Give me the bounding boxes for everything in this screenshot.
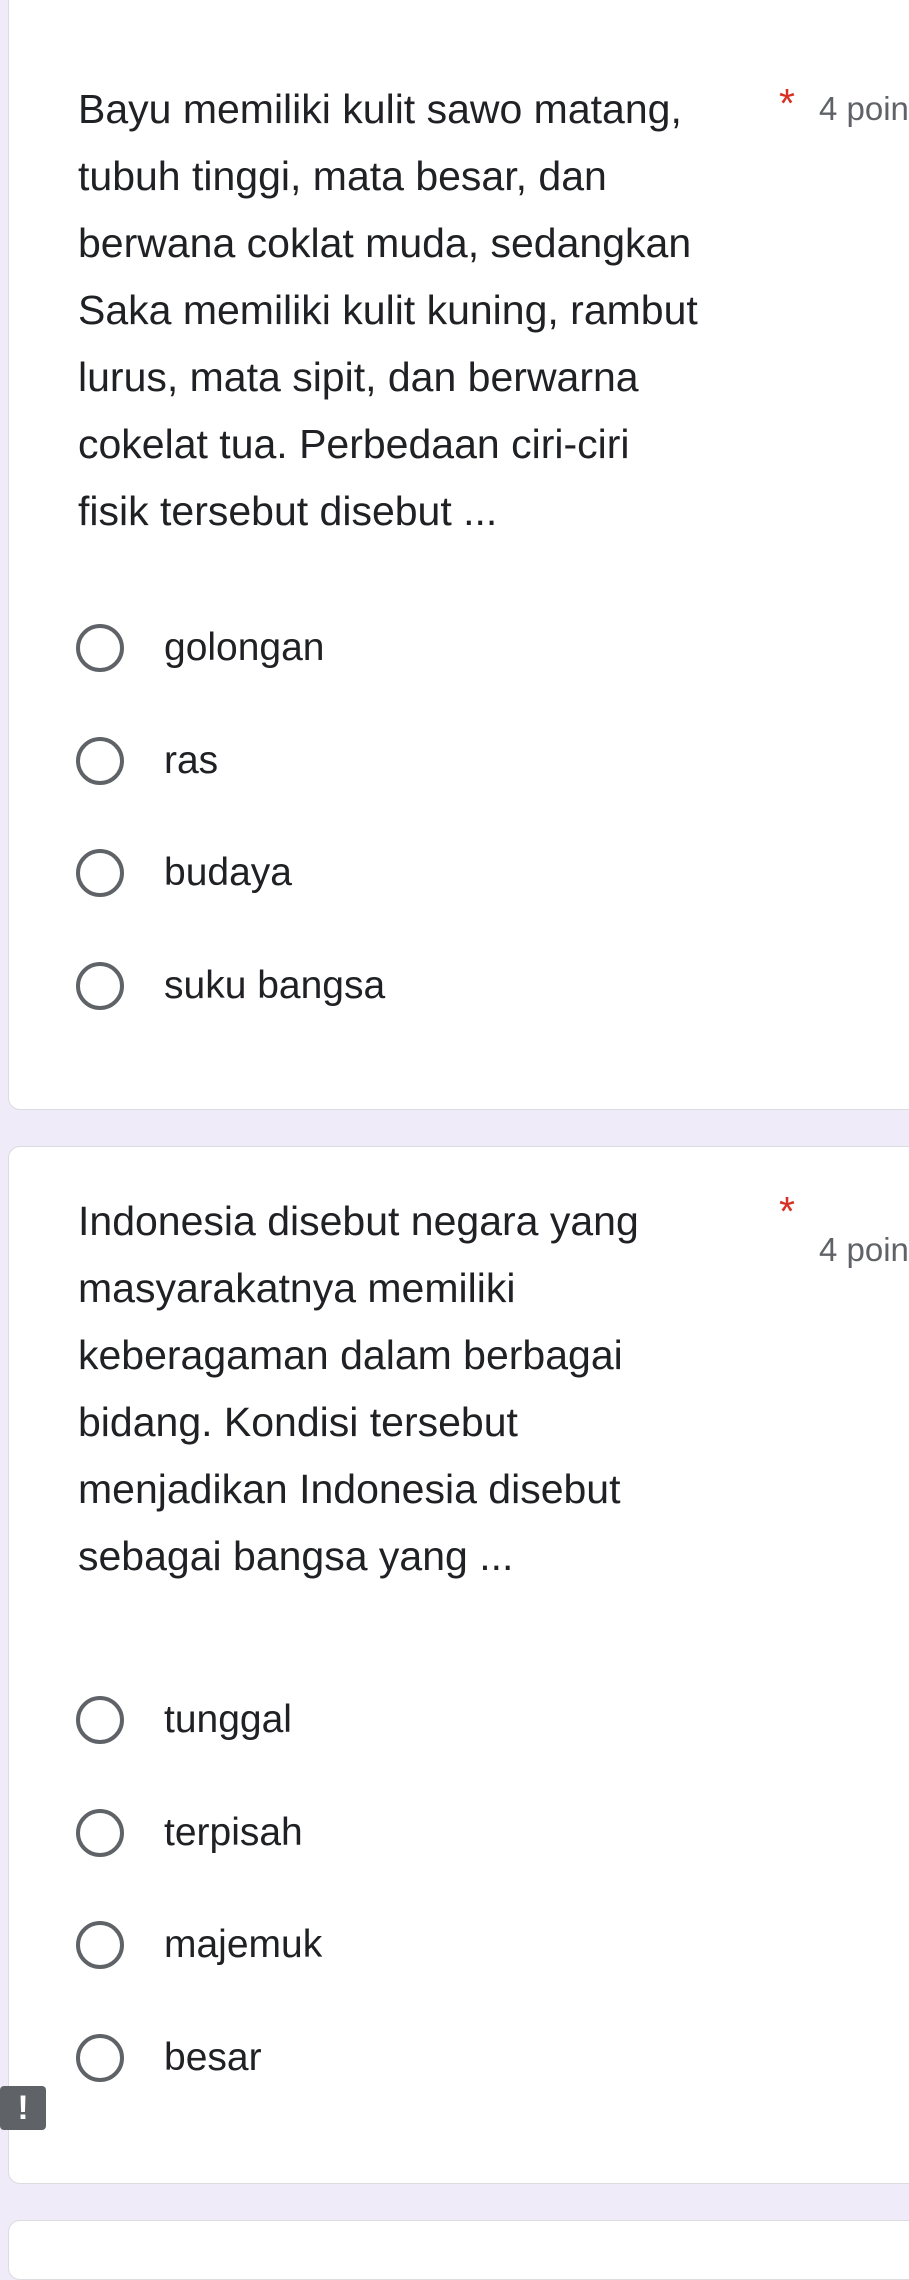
option-label: besar	[164, 2036, 262, 2079]
option-label: budaya	[164, 851, 292, 894]
alert-icon: !	[0, 2086, 46, 2130]
option-majemuk[interactable]: majemuk	[76, 1915, 322, 1975]
option-tunggal[interactable]: tunggal	[76, 1690, 292, 1750]
option-label: suku bangsa	[164, 964, 386, 1007]
question-card-1: Bayu memiliki kulit sawo matang, tubuh t…	[8, 0, 909, 1110]
points-label: 4 poin	[819, 90, 909, 127]
points-label: 4 poin	[819, 1231, 909, 1268]
option-terpisah[interactable]: terpisah	[76, 1803, 303, 1863]
radio-button[interactable]	[76, 1696, 124, 1744]
radio-button[interactable]	[76, 1921, 124, 1969]
radio-button[interactable]	[76, 737, 124, 785]
radio-button[interactable]	[76, 1809, 124, 1857]
option-golongan[interactable]: golongan	[76, 618, 325, 678]
question-card-3	[8, 2220, 909, 2280]
question-text: Indonesia disebut negara yang masyarakat…	[78, 1198, 639, 1579]
required-asterisk: *	[779, 1188, 795, 1234]
option-budaya[interactable]: budaya	[76, 843, 292, 903]
option-label: majemuk	[164, 1923, 323, 1966]
question-card-2: Indonesia disebut negara yang masyarakat…	[8, 1146, 909, 2184]
radio-button[interactable]	[76, 624, 124, 672]
question-text: Bayu memiliki kulit sawo matang, tubuh t…	[78, 86, 698, 534]
option-suku-bangsa[interactable]: suku bangsa	[76, 956, 385, 1016]
radio-button[interactable]	[76, 849, 124, 897]
option-besar[interactable]: besar	[76, 2028, 262, 2088]
option-label: golongan	[164, 626, 325, 669]
required-asterisk: *	[779, 80, 795, 126]
radio-button[interactable]	[76, 2034, 124, 2082]
option-ras[interactable]: ras	[76, 731, 218, 791]
option-label: terpisah	[164, 1811, 303, 1854]
radio-button[interactable]	[76, 962, 124, 1010]
option-label: tunggal	[164, 1698, 292, 1741]
option-label: ras	[164, 739, 219, 782]
